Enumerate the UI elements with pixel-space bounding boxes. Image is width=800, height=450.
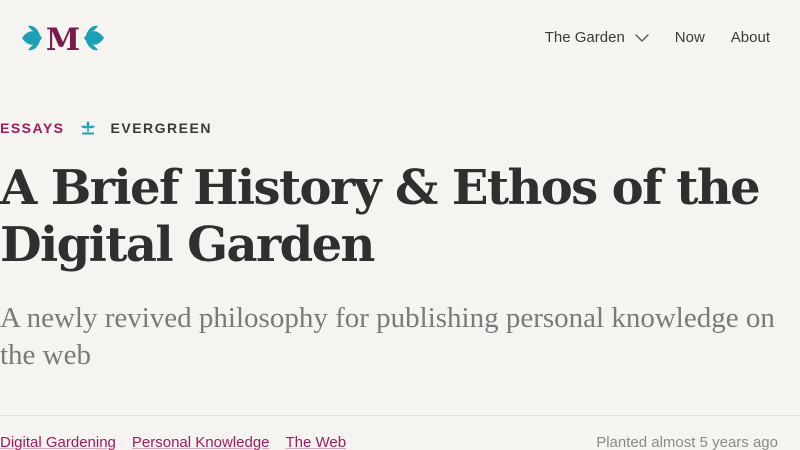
nav-item-now[interactable]: Now	[675, 29, 705, 46]
page-title: A Brief History & Ethos of the Digital G…	[0, 160, 761, 273]
tag-link[interactable]: Digital Gardening	[0, 434, 116, 450]
tag-link[interactable]: The Web	[286, 434, 347, 450]
topic-tags: Digital Gardening Personal Knowledge The…	[0, 434, 346, 450]
tag-link[interactable]: Personal Knowledge	[132, 434, 270, 450]
logo-letter: M	[46, 22, 80, 54]
main-nav: The Garden Now About	[545, 29, 770, 46]
article-kicker: ESSAYS EVERGREEN	[0, 120, 212, 136]
leaf-logo-icon: M	[22, 22, 104, 54]
nav-item-label: Now	[674, 29, 705, 46]
nav-item-label: About	[730, 29, 770, 46]
nav-item-label: The Garden	[544, 29, 625, 46]
site-logo[interactable]: M	[20, 22, 106, 54]
nav-item-the-garden[interactable]: The Garden	[545, 29, 649, 46]
page-subtitle: A newly revived philosophy for publishin…	[0, 302, 775, 371]
category-link-essays[interactable]: ESSAYS	[0, 120, 65, 136]
growth-stage-label: EVERGREEN	[110, 120, 212, 136]
evergreen-tree-icon	[80, 120, 96, 136]
nav-item-about[interactable]: About	[731, 29, 770, 46]
chevron-down-icon	[635, 33, 649, 42]
divider	[0, 415, 800, 416]
planted-date: Planted almost 5 years ago	[596, 434, 778, 450]
